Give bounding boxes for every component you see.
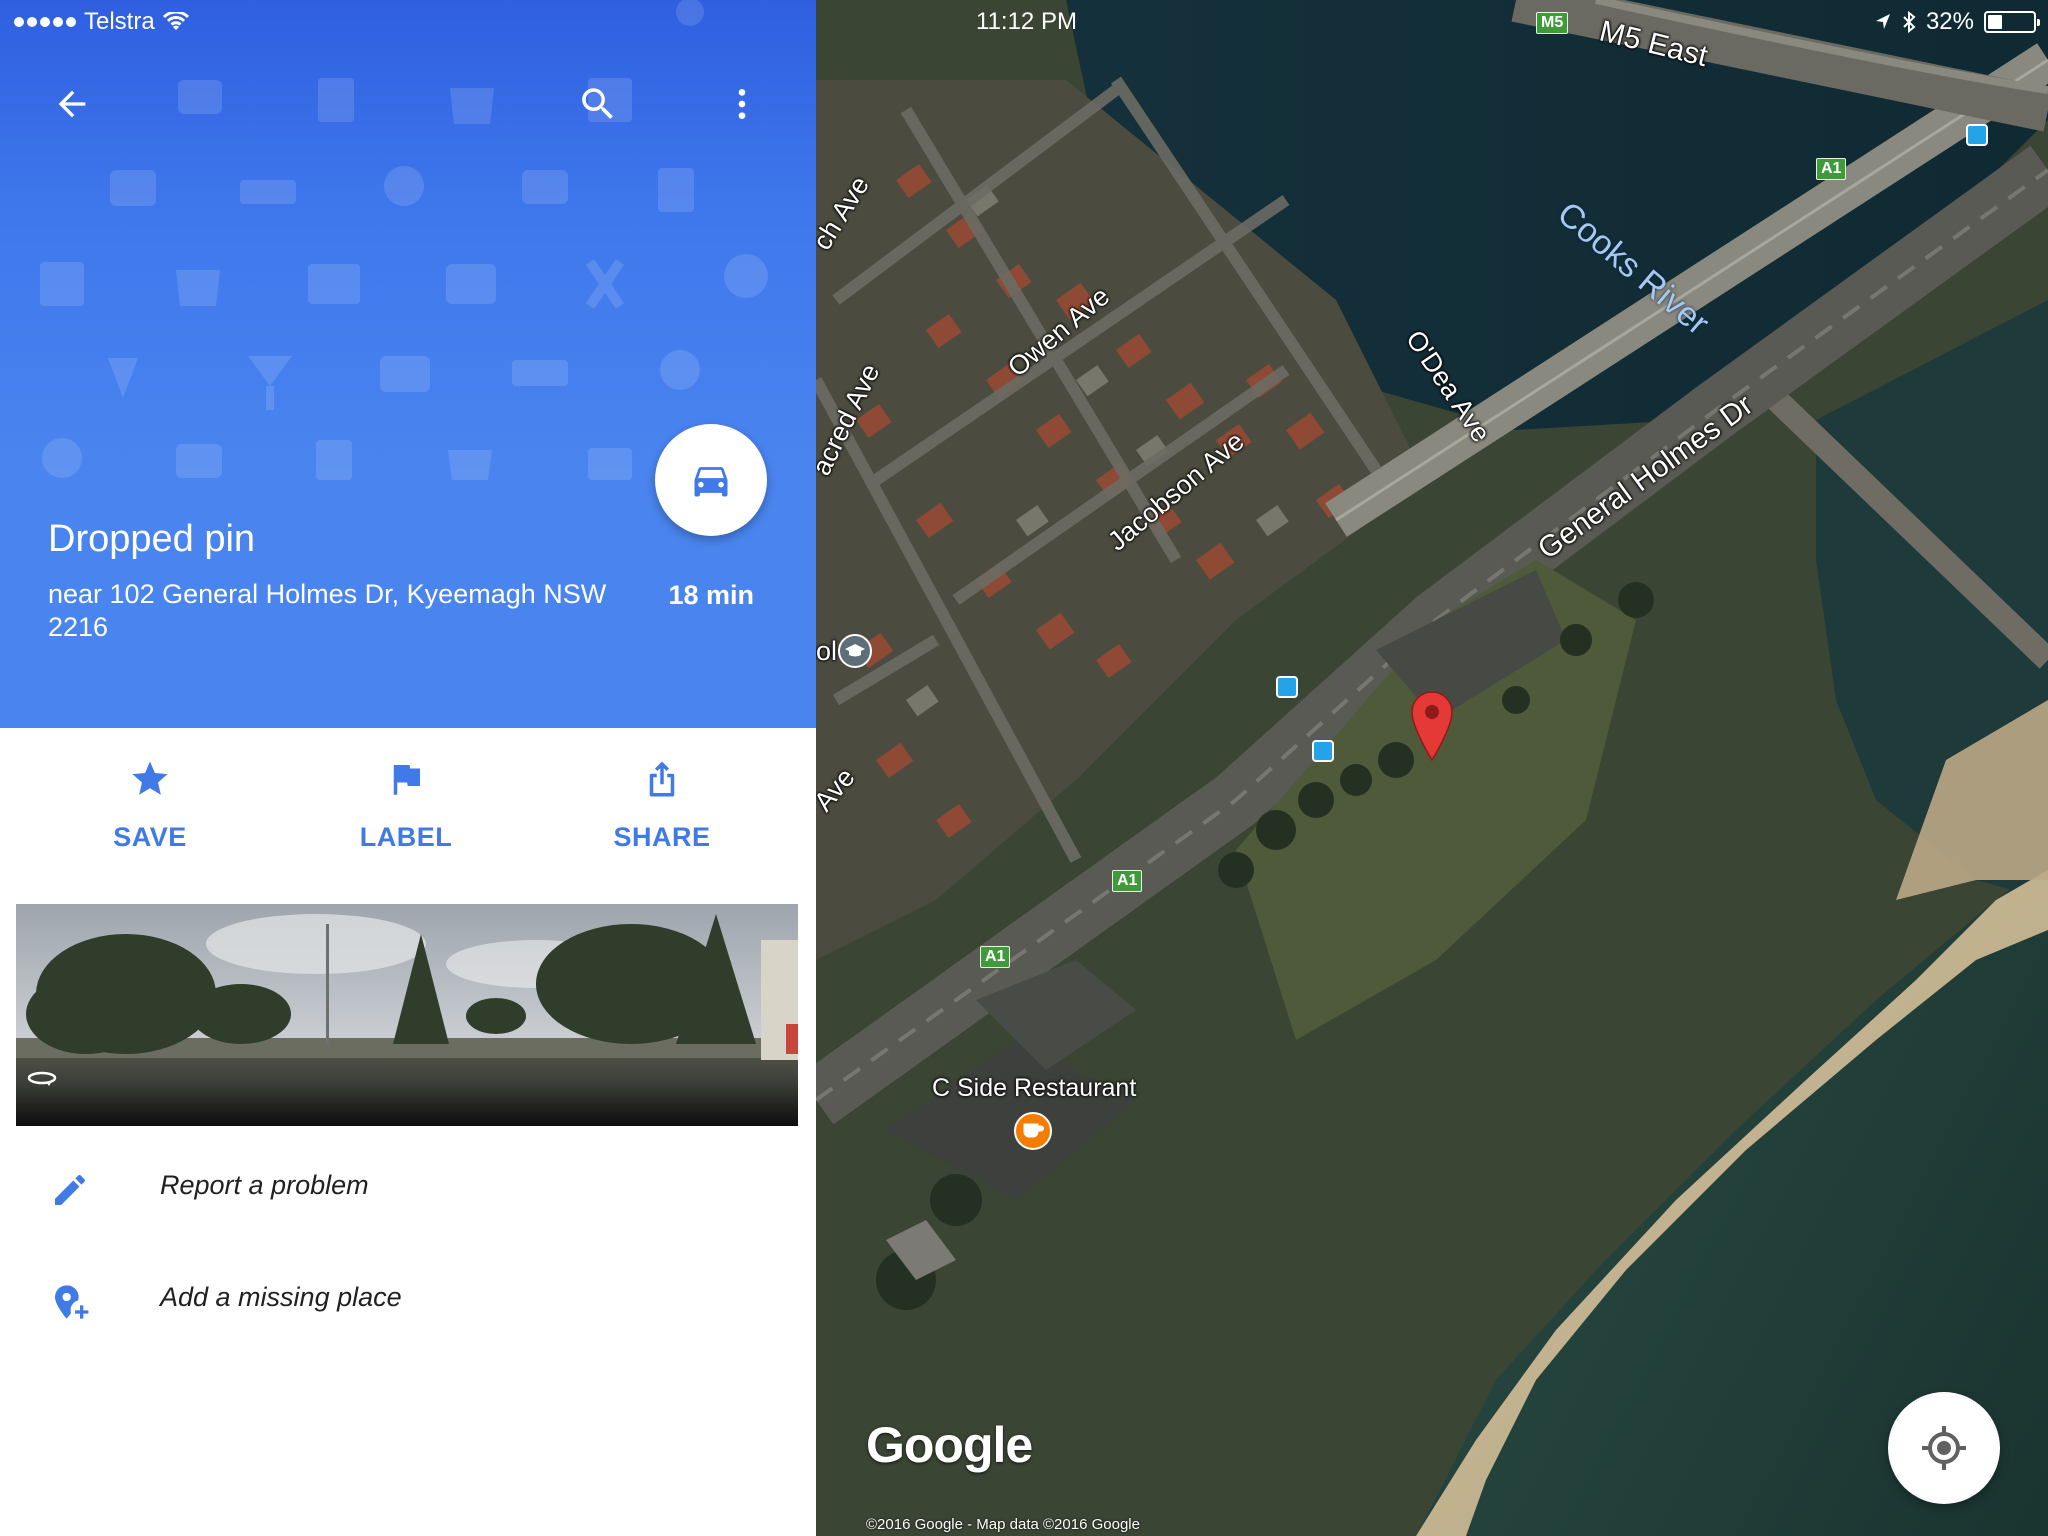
dropped-pin-marker[interactable] xyxy=(1410,690,1454,767)
more-options-button[interactable] xyxy=(710,72,774,136)
location-arrow-icon xyxy=(1875,14,1890,29)
report-problem-item[interactable]: Report a problem xyxy=(0,1140,816,1240)
school-partial-label: ol xyxy=(816,636,838,666)
satellite-imagery xyxy=(816,0,2048,1536)
wifi-icon xyxy=(162,12,189,30)
arrow-back-icon xyxy=(58,90,86,118)
place-panel: Telstra Dropped pin near 102 General Hol… xyxy=(0,0,816,1536)
header-pattern: Telstra xyxy=(0,0,816,480)
save-button[interactable]: SAVE xyxy=(50,758,250,868)
car-icon xyxy=(694,467,728,497)
cafe-icon[interactable] xyxy=(1014,1112,1052,1150)
share-button[interactable]: SHARE xyxy=(562,758,762,868)
search-icon xyxy=(582,88,613,119)
action-bar: SAVE LABEL SHARE xyxy=(0,728,816,888)
bus-stop-icon[interactable] xyxy=(1276,676,1298,698)
status-indicators: 32% xyxy=(1874,6,2040,38)
share-label: SHARE xyxy=(613,822,711,852)
flag-icon xyxy=(393,765,420,795)
status-time: 11:12 PM xyxy=(976,8,1077,35)
a1-shield-road-2: A1 xyxy=(980,946,1011,968)
bus-stop-icon[interactable] xyxy=(1312,740,1334,762)
report-problem-label: Report a problem xyxy=(160,1170,369,1200)
signal-strength-icon xyxy=(14,17,76,27)
battery-icon xyxy=(1984,11,2040,33)
school-icon[interactable] xyxy=(838,634,872,668)
my-location-button[interactable] xyxy=(1888,1392,2000,1504)
restaurant-label[interactable]: C Side Restaurant xyxy=(932,1074,1136,1103)
map-pin-icon xyxy=(1411,691,1453,762)
share-icon xyxy=(649,761,675,797)
pencil-icon xyxy=(48,1168,92,1212)
star-icon xyxy=(132,761,168,795)
save-label: SAVE xyxy=(113,822,187,852)
place-address: near 102 General Holmes Dr, Kyeemagh NSW… xyxy=(48,579,607,642)
bus-stop-icon[interactable] xyxy=(1966,124,1988,146)
battery-fill xyxy=(1988,15,2003,29)
back-button[interactable] xyxy=(40,72,104,136)
google-logo: Google xyxy=(866,1417,1033,1473)
status-carrier: Telstra xyxy=(14,6,189,38)
a1-shield-road: A1 xyxy=(1112,870,1143,892)
m5-shield: M5 xyxy=(1536,12,1569,34)
satellite-map[interactable]: 11:12 PM 32% M5 A1 A1 A1 M5 East Cooks R… xyxy=(816,0,2048,1536)
label-button[interactable]: LABEL xyxy=(306,758,506,868)
battery-percent: 32% xyxy=(1925,8,1974,35)
my-location-icon xyxy=(1922,1426,1966,1470)
a1-shield-bridge: A1 xyxy=(1816,158,1847,180)
more-vert-icon xyxy=(738,89,746,119)
directions-button[interactable] xyxy=(655,424,767,536)
add-place-icon xyxy=(48,1280,92,1324)
add-missing-place-item[interactable]: Add a missing place xyxy=(0,1252,816,1352)
label-label: LABEL xyxy=(359,822,453,852)
street-view-thumbnail[interactable] xyxy=(16,904,798,1126)
travel-time: 18 min xyxy=(668,580,754,610)
place-title: Dropped pin xyxy=(48,518,256,560)
map-copyright: ©2016 Google - Map data ©2016 Google xyxy=(866,1516,1140,1533)
place-category-pattern xyxy=(40,0,768,480)
add-missing-place-label: Add a missing place xyxy=(160,1282,402,1312)
carrier-name: Telstra xyxy=(84,8,155,35)
bluetooth-icon xyxy=(1903,10,1916,34)
street-view-image xyxy=(16,904,798,1126)
search-button[interactable] xyxy=(566,72,630,136)
